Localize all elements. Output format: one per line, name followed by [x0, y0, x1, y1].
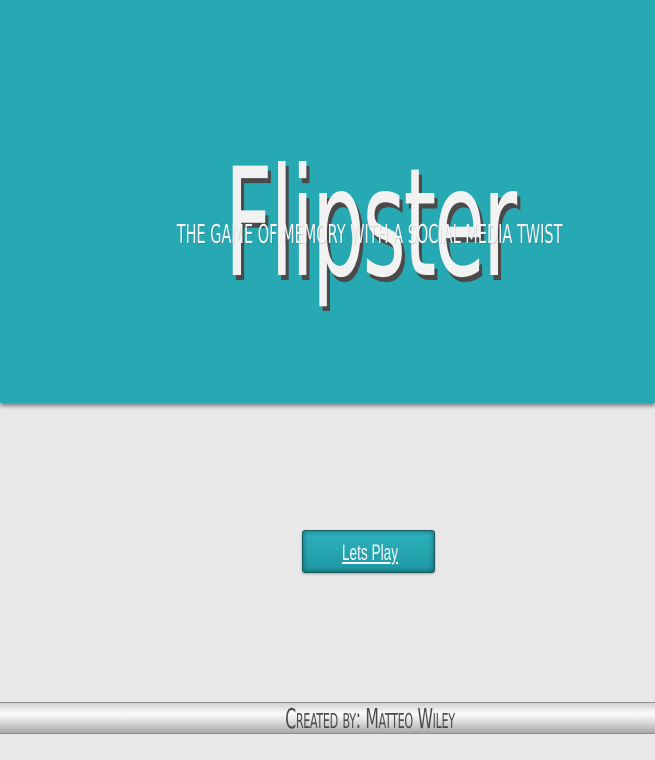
app-tagline: The game of memory with a social media t…	[176, 220, 563, 250]
main-area: Lets Play	[0, 403, 655, 702]
footer-bar: Created by: Matteo Wiley	[0, 702, 655, 735]
lets-play-button[interactable]: Lets Play	[302, 530, 435, 573]
hero-banner: Flipster The game of memory with a socia…	[0, 0, 655, 403]
lets-play-label: Lets Play	[341, 540, 399, 565]
creator-credit: Created by: Matteo Wiley	[285, 702, 455, 735]
